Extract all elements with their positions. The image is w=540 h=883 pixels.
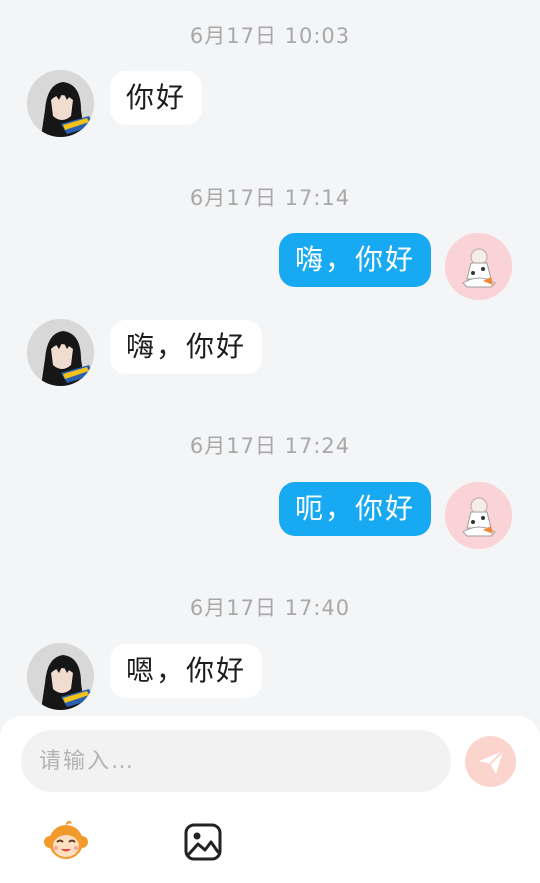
image-icon <box>184 823 222 861</box>
timestamp: 6月17日 10:03 <box>189 24 351 48</box>
self-avatar[interactable] <box>445 482 512 549</box>
timestamp: 6月17日 17:40 <box>189 596 351 620</box>
self-avatar-image <box>445 482 512 549</box>
message-bubble-outgoing[interactable]: 嗨，你好 <box>278 233 431 287</box>
timestamp: 6月17日 17:14 <box>189 186 351 210</box>
message-bubble-incoming[interactable]: 你好 <box>110 71 203 125</box>
contact-avatar[interactable] <box>27 643 94 710</box>
contact-avatar-image <box>27 319 94 386</box>
message-bubble-incoming[interactable]: 嗯，你好 <box>110 644 263 698</box>
self-avatar-image <box>445 233 512 300</box>
self-avatar[interactable] <box>445 233 512 300</box>
image-picker-button[interactable] <box>179 818 227 866</box>
contact-avatar-image <box>27 643 94 710</box>
paper-plane-icon <box>478 749 504 774</box>
message-input[interactable] <box>21 730 451 792</box>
monkey-emoji-icon <box>44 820 88 859</box>
contact-avatar-image <box>27 70 94 137</box>
send-button[interactable] <box>465 736 516 787</box>
contact-avatar[interactable] <box>27 70 94 137</box>
composer-panel <box>0 716 540 883</box>
timestamp: 6月17日 17:24 <box>189 434 351 458</box>
message-bubble-outgoing[interactable]: 呃，你好 <box>278 482 431 536</box>
emoji-button[interactable] <box>42 818 90 866</box>
message-bubble-incoming[interactable]: 嗨，你好 <box>110 320 263 374</box>
chat-area[interactable]: 6月17日 10:03 你好 6月17日 17:14 嗨，你好 嗨，你好 6月1… <box>0 0 540 720</box>
contact-avatar[interactable] <box>27 319 94 386</box>
